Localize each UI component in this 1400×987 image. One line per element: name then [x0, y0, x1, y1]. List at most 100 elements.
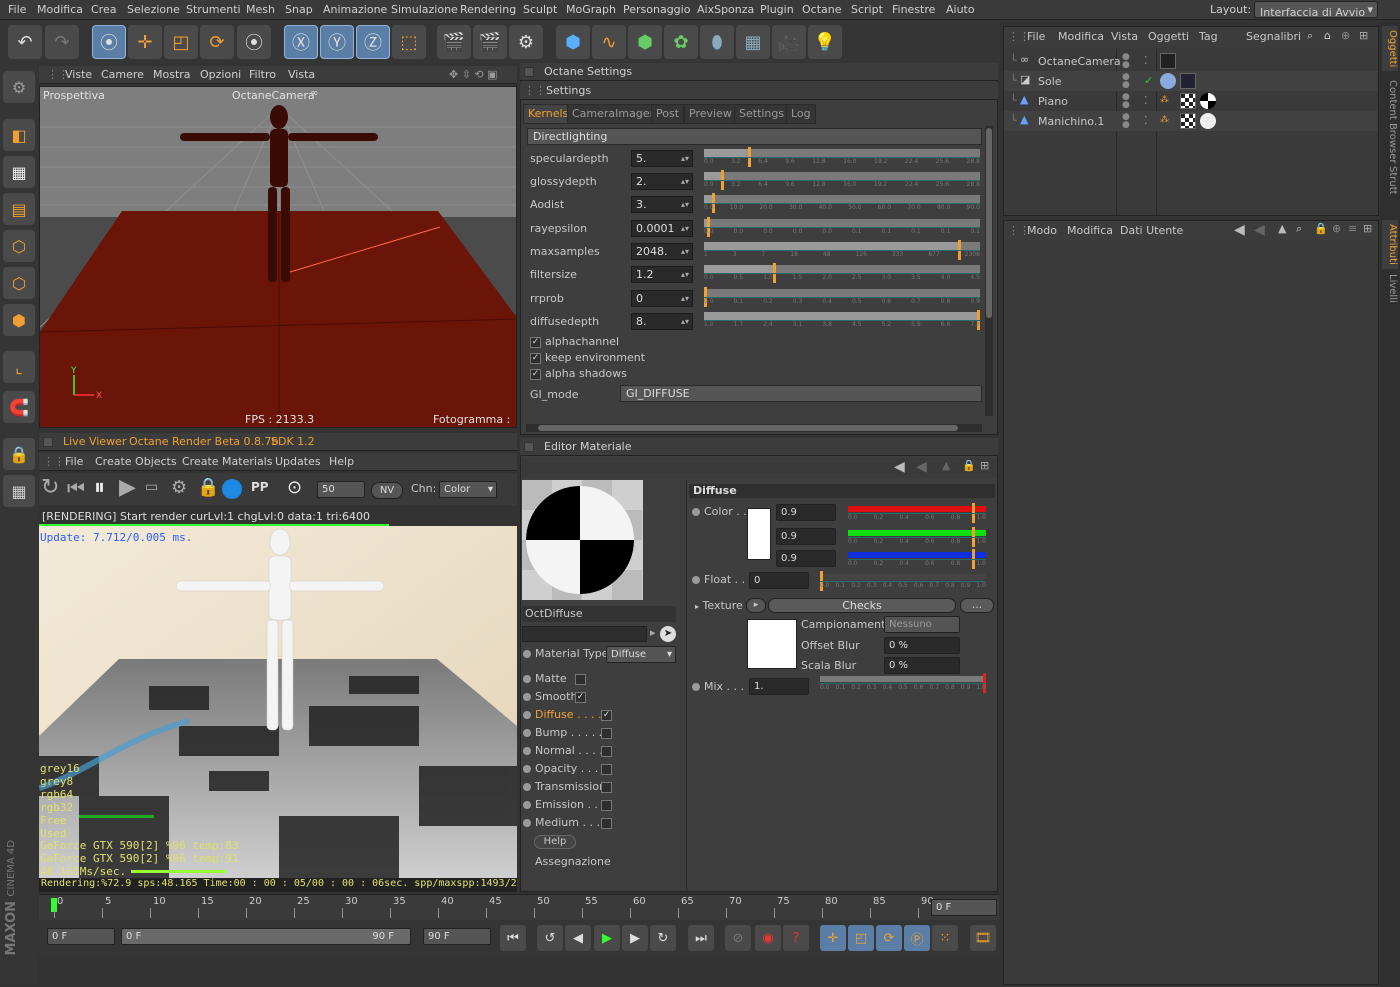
- live-viewer-toggle[interactable]: [43, 437, 53, 447]
- red-input[interactable]: 0.9: [776, 504, 836, 521]
- spline-button[interactable]: ∿: [592, 25, 626, 59]
- channel-opacity[interactable]: Opacity . . . .: [523, 762, 613, 779]
- frame-range-slider[interactable]: 0 F 90 F: [121, 928, 411, 945]
- search-icon[interactable]: ⌕: [1307, 29, 1313, 43]
- back-arrow-icon[interactable]: ◀: [894, 459, 905, 475]
- new-window-icon[interactable]: ⊞: [1363, 222, 1372, 235]
- param-slider[interactable]: [704, 287, 980, 307]
- polygons-mode-icon[interactable]: ⬢: [3, 304, 35, 336]
- blur-offset-input[interactable]: 0 %: [884, 637, 960, 654]
- new-window-icon[interactable]: ⊞: [980, 459, 989, 472]
- menu-rendering[interactable]: Rendering: [460, 3, 516, 16]
- checkbox-empty[interactable]: [601, 746, 612, 757]
- settings-gear-icon[interactable]: ⚙: [171, 477, 187, 498]
- render-picture-viewer-button[interactable]: 🎬: [473, 25, 507, 59]
- check-icon[interactable]: ✓: [1144, 74, 1153, 87]
- gi-mode-dropdown[interactable]: GI_DIFFUSE: [620, 385, 982, 402]
- key-position-button[interactable]: ✛: [820, 925, 846, 951]
- menu-crea[interactable]: Crea: [91, 3, 116, 16]
- channel-diffuse[interactable]: Diffuse . . . . ✓: [523, 708, 613, 725]
- om-menu-vista[interactable]: Vista: [1111, 30, 1138, 43]
- radio-icon[interactable]: [523, 819, 531, 827]
- x-axis-button[interactable]: Ⓧ: [284, 25, 318, 59]
- texture-tag-icon[interactable]: [1180, 113, 1196, 129]
- object-row[interactable]: └ ▲ Manichino.1 ● ● ⁚ ⁂: [1004, 111, 1378, 131]
- checkbox-empty[interactable]: [601, 800, 612, 811]
- channel-transmission[interactable]: Transmission: [523, 780, 613, 797]
- panel-toggle[interactable]: [524, 67, 534, 77]
- key-pla-button[interactable]: ⁙: [932, 925, 958, 951]
- record-key-button[interactable]: ◉: [755, 925, 781, 951]
- menu-plugin[interactable]: Plugin: [760, 3, 794, 16]
- object-row[interactable]: └ ∞ OctaneCamera ● ● ⁚: [1004, 51, 1378, 71]
- vertical-scrollbar[interactable]: [985, 126, 993, 416]
- redo-button[interactable]: ↷: [45, 25, 79, 59]
- checkbox-empty[interactable]: [601, 764, 612, 775]
- skip-back-icon[interactable]: ⏮: [67, 476, 85, 500]
- radio-icon[interactable]: [692, 576, 700, 584]
- pause-icon[interactable]: ⏸: [94, 475, 105, 500]
- radio-icon[interactable]: [523, 765, 531, 773]
- om-menu-segnalibri[interactable]: Segnalibri: [1246, 30, 1301, 43]
- editor-viewport[interactable]: Y X Prospettiva OctaneCamera ∞ FPS : 213…: [39, 86, 517, 428]
- octane-tag-icon[interactable]: [1180, 73, 1196, 89]
- visibility-dots-icon[interactable]: ● ●: [1122, 113, 1130, 130]
- radio-icon[interactable]: [523, 729, 531, 737]
- lock-icon[interactable]: 🔒: [962, 459, 976, 472]
- blue-input[interactable]: 0.9: [776, 550, 836, 567]
- visibility-dots-icon[interactable]: ● ●: [1122, 73, 1130, 90]
- material-name-field[interactable]: OctDiffuse: [522, 606, 676, 622]
- object-row[interactable]: └ ◪ Sole ● ● ✓: [1004, 71, 1378, 91]
- key-scale-button[interactable]: ◰: [848, 925, 874, 951]
- material-tag-icon[interactable]: [1200, 113, 1216, 129]
- start-frame-field[interactable]: 0 F: [47, 928, 115, 945]
- edges-mode-icon[interactable]: ⬡: [3, 267, 35, 299]
- radio-icon[interactable]: [523, 711, 531, 719]
- mix-input[interactable]: 1.: [749, 678, 809, 695]
- axis-mode-icon[interactable]: ⌞: [3, 351, 35, 383]
- alpha-shadows-checkbox[interactable]: ✓ alpha shadows: [530, 366, 645, 382]
- enable-icon[interactable]: ⁚: [1144, 54, 1148, 67]
- param-input[interactable]: 1.2 ▴▾: [631, 266, 693, 283]
- move-tool-button[interactable]: ✛: [128, 25, 162, 59]
- radio-icon[interactable]: [523, 747, 531, 755]
- lv-menu-create-objects[interactable]: Create Objects: [95, 455, 177, 468]
- attr-menu-modo[interactable]: Modo: [1027, 224, 1057, 237]
- menu-sculpt[interactable]: Sculpt: [523, 3, 557, 16]
- lv-menu-file[interactable]: File: [65, 455, 83, 468]
- cube-object-button[interactable]: ⬢: [556, 25, 590, 59]
- directlighting-section[interactable]: Directlighting: [527, 128, 982, 145]
- render-view-button[interactable]: 🎬: [437, 25, 471, 59]
- menu-file[interactable]: File: [8, 3, 26, 16]
- back-arrow-icon[interactable]: ◀: [1234, 222, 1245, 238]
- channel-dropdown[interactable]: Color ▾: [439, 481, 497, 498]
- param-input[interactable]: 2. ▴▾: [631, 173, 693, 190]
- new-window-icon[interactable]: ⊞: [1359, 29, 1368, 42]
- key-rotation-button[interactable]: ⟳: [876, 925, 902, 951]
- visibility-dots-icon[interactable]: ● ●: [1122, 53, 1130, 70]
- workplane-icon[interactable]: ▤: [3, 193, 35, 225]
- render-settings-button[interactable]: ⚙: [509, 25, 543, 59]
- checkbox-empty[interactable]: [601, 818, 612, 829]
- scheme-button[interactable]: 🎞: [970, 925, 996, 951]
- play-icon[interactable]: ▶: [119, 475, 136, 500]
- lv-menu-help[interactable]: Help: [329, 455, 354, 468]
- horizontal-scrollbar[interactable]: [526, 424, 982, 432]
- param-slider[interactable]: [704, 193, 980, 213]
- param-slider[interactable]: [704, 147, 980, 167]
- green-slider[interactable]: 0.0 0.2 0.4 0.6 0.8 1.0: [848, 527, 986, 550]
- menu-strumenti[interactable]: Strumenti: [186, 3, 241, 16]
- param-slider[interactable]: [704, 310, 980, 330]
- menu-mesh[interactable]: Mesh: [246, 3, 275, 16]
- expand-arrow-icon[interactable]: ▸: [695, 602, 699, 611]
- keep-environment-checkbox[interactable]: ✓ keep environment: [530, 350, 645, 366]
- assign-label[interactable]: Assegnazione: [535, 855, 611, 868]
- region-icon[interactable]: ▭: [145, 479, 158, 495]
- make-editable-icon[interactable]: ⚙: [3, 71, 35, 103]
- param-slider[interactable]: [704, 170, 980, 190]
- lv-menu-create-materials[interactable]: Create Materials: [182, 455, 272, 468]
- enable-icon[interactable]: ⁚: [1144, 114, 1148, 127]
- camera-button[interactable]: 🎥: [772, 25, 806, 59]
- checkbox-empty[interactable]: [601, 728, 612, 739]
- tab-strutt[interactable]: Strutt: [1382, 162, 1398, 199]
